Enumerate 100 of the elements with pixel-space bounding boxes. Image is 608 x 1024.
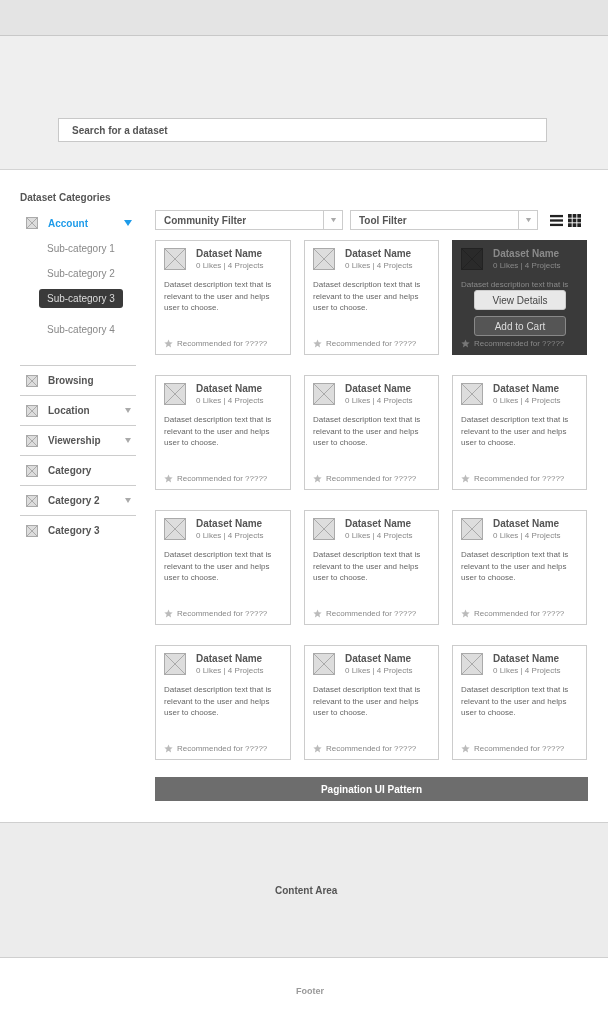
dataset-stats: 0 Likes | 4 Projects xyxy=(345,531,413,540)
recommendation-text: Recommended for ????? xyxy=(474,744,565,753)
dataset-name: Dataset Name xyxy=(196,248,263,259)
image-placeholder-icon xyxy=(313,518,335,540)
category-item[interactable]: Category 3 xyxy=(48,525,132,536)
dataset-stats: 0 Likes | 4 Projects xyxy=(493,261,561,270)
list-view-icon[interactable] xyxy=(550,213,563,227)
image-placeholder-icon xyxy=(313,653,335,675)
dataset-stats: 0 Likes | 4 Projects xyxy=(345,261,413,270)
add-to-cart-button[interactable]: Add to Cart xyxy=(474,316,566,336)
view-details-button[interactable]: View Details xyxy=(474,290,566,310)
category-item[interactable]: Category xyxy=(48,465,132,476)
dataset-name: Dataset Name xyxy=(493,653,560,664)
recommendation-text: Recommended for ????? xyxy=(474,474,565,483)
caret-icon[interactable] xyxy=(124,406,132,415)
search-field[interactable]: Search for a dataset xyxy=(58,118,547,142)
dataset-description: Dataset description text that is relevant to the user and helps user to choose. xyxy=(313,549,422,584)
dataset-name: Dataset Name xyxy=(493,383,560,394)
dataset-stats: 0 Likes | 4 Projects xyxy=(345,666,413,675)
subcategory-item[interactable]: Sub-category 1 xyxy=(39,239,123,258)
dataset-card[interactable]: Dataset Name 0 Likes | 4 Projects Dataset description text that is relevant to the user and helps user to choose. Recommended for ????? xyxy=(452,375,587,490)
subcategory-item[interactable]: Sub-category 3 xyxy=(39,289,123,308)
dataset-description: Dataset description text that is relevant to the user and helps user to choose. xyxy=(164,279,273,314)
category-item[interactable]: Location xyxy=(48,405,124,416)
category-item[interactable]: Viewership xyxy=(48,435,124,446)
dataset-description: Dataset description text that is relevant to the user and helps user to choose. xyxy=(164,549,273,584)
image-placeholder-icon xyxy=(26,217,38,229)
caret-icon[interactable] xyxy=(124,219,132,227)
recommendation-text: Recommended for ????? xyxy=(177,609,268,618)
star-icon xyxy=(461,339,470,348)
star-icon xyxy=(461,744,470,753)
dataset-description: Dataset description text that is relevant to the user and helps user to choose. xyxy=(164,684,273,719)
image-placeholder-icon xyxy=(26,404,38,417)
caret-icon[interactable] xyxy=(124,496,132,505)
caret-icon[interactable] xyxy=(124,436,132,445)
caret-icon[interactable] xyxy=(524,216,532,224)
star-icon xyxy=(313,609,322,618)
dataset-stats: 0 Likes | 4 Projects xyxy=(493,531,561,540)
sidebar-title: Dataset Categories xyxy=(20,192,112,203)
dataset-card[interactable]: Dataset Name 0 Likes | 4 Projects Dataset description text that is relevant to the user and helps user to choose. Recommended for ????? xyxy=(304,645,439,760)
dataset-stats: 0 Likes | 4 Projects xyxy=(493,666,561,675)
dataset-name: Dataset Name xyxy=(345,653,412,664)
image-placeholder-icon xyxy=(461,383,483,405)
star-icon xyxy=(461,474,470,483)
star-icon xyxy=(164,744,173,753)
star-icon xyxy=(164,474,173,483)
dataset-card[interactable]: Dataset Name 0 Likes | 4 Projects Dataset description text that is relevant to the user and helps user to choose. Recommended for ????? xyxy=(155,240,291,355)
image-placeholder-icon xyxy=(164,653,186,675)
filter-dropdown[interactable]: Tool Filter xyxy=(350,210,538,230)
image-placeholder-icon xyxy=(461,248,483,270)
category-item[interactable]: Category 2 xyxy=(48,495,124,506)
dataset-card[interactable]: Dataset Name 0 Likes | 4 Projects Dataset description text that is relevant to the user and helps user to choose. Recommended for ????? xyxy=(452,510,587,625)
dataset-card[interactable]: Dataset Name 0 Likes | 4 Projects Dataset description text that is relevant to the user and helps user to choose. Recommended for ????? xyxy=(304,510,439,625)
image-placeholder-icon xyxy=(313,248,335,270)
dataset-description: Dataset description text that is relevant to the user and helps user to choose. xyxy=(461,549,570,584)
dataset-card[interactable]: Dataset Name 0 Likes | 4 Projects Dataset description text that is relevant to the user and helps user to choose. Recommended for ????? xyxy=(155,645,291,760)
dataset-card[interactable]: Dataset Name 0 Likes | 4 Projects Dataset description text that is relevant to the user and helps user to choose. Recommended for ????? xyxy=(155,375,291,490)
filter-dropdown[interactable]: Community Filter xyxy=(155,210,343,230)
dataset-name: Dataset Name xyxy=(196,518,263,529)
pagination-bar[interactable]: Pagination UI Pattern xyxy=(155,777,588,801)
dataset-stats: 0 Likes | 4 Projects xyxy=(196,666,264,675)
recommendation-text: Recommended for ????? xyxy=(326,339,417,348)
dataset-description: Dataset description text that is relevant to the user and helps user to choose. xyxy=(164,414,273,449)
image-placeholder-icon xyxy=(26,434,38,447)
dataset-stats: 0 Likes | 4 Projects xyxy=(196,531,264,540)
recommendation-text: Recommended for ????? xyxy=(474,609,565,618)
dataset-stats: 0 Likes | 4 Projects xyxy=(345,396,413,405)
star-icon xyxy=(461,609,470,618)
dataset-card[interactable]: Dataset Name 0 Likes | 4 Projects Dataset description text that is View Details Add to Cart Recommended for ????? xyxy=(452,240,587,355)
dataset-name: Dataset Name xyxy=(493,248,560,259)
image-placeholder-icon xyxy=(26,464,38,477)
recommendation-text: Recommended for ????? xyxy=(177,474,268,483)
image-placeholder-icon xyxy=(461,518,483,540)
content-area-label: Content Area xyxy=(275,884,338,896)
dataset-description: Dataset description text that is relevant to the user and helps user to choose. xyxy=(313,684,422,719)
dataset-card[interactable]: Dataset Name 0 Likes | 4 Projects Dataset description text that is relevant to the user and helps user to choose. Recommended for ????? xyxy=(155,510,291,625)
footer-label: Footer xyxy=(296,986,324,996)
dataset-description: Dataset description text that is relevant to the user and helps user to choose. xyxy=(461,414,570,449)
star-icon xyxy=(313,339,322,348)
image-placeholder-icon xyxy=(164,518,186,540)
dataset-name: Dataset Name xyxy=(493,518,560,529)
grid-view-icon[interactable] xyxy=(568,213,581,227)
recommendation-text: Recommended for ????? xyxy=(326,474,417,483)
dataset-card[interactable]: Dataset Name 0 Likes | 4 Projects Dataset description text that is relevant to the user and helps user to choose. Recommended for ????? xyxy=(304,375,439,490)
subcategory-item[interactable]: Sub-category 4 xyxy=(39,320,123,339)
recommendation-text: Recommended for ????? xyxy=(177,744,268,753)
image-placeholder-icon xyxy=(313,383,335,405)
dataset-name: Dataset Name xyxy=(196,383,263,394)
dataset-stats: 0 Likes | 4 Projects xyxy=(196,396,264,405)
image-placeholder-icon xyxy=(26,494,38,507)
dataset-description: Dataset description text that is relevant to the user and helps user to choose. xyxy=(313,279,422,314)
subcategory-item[interactable]: Sub-category 2 xyxy=(39,264,123,283)
recommendation-text: Recommended for ????? xyxy=(474,339,565,348)
image-placeholder-icon xyxy=(26,524,38,537)
star-icon xyxy=(164,609,173,618)
caret-icon[interactable] xyxy=(329,216,337,224)
category-item[interactable]: Browsing xyxy=(48,375,132,386)
dataset-card[interactable]: Dataset Name 0 Likes | 4 Projects Dataset description text that is relevant to the user and helps user to choose. Recommended for ????? xyxy=(452,645,587,760)
dataset-card[interactable]: Dataset Name 0 Likes | 4 Projects Dataset description text that is relevant to the user and helps user to choose. Recommended for ????? xyxy=(304,240,439,355)
image-placeholder-icon xyxy=(164,248,186,270)
